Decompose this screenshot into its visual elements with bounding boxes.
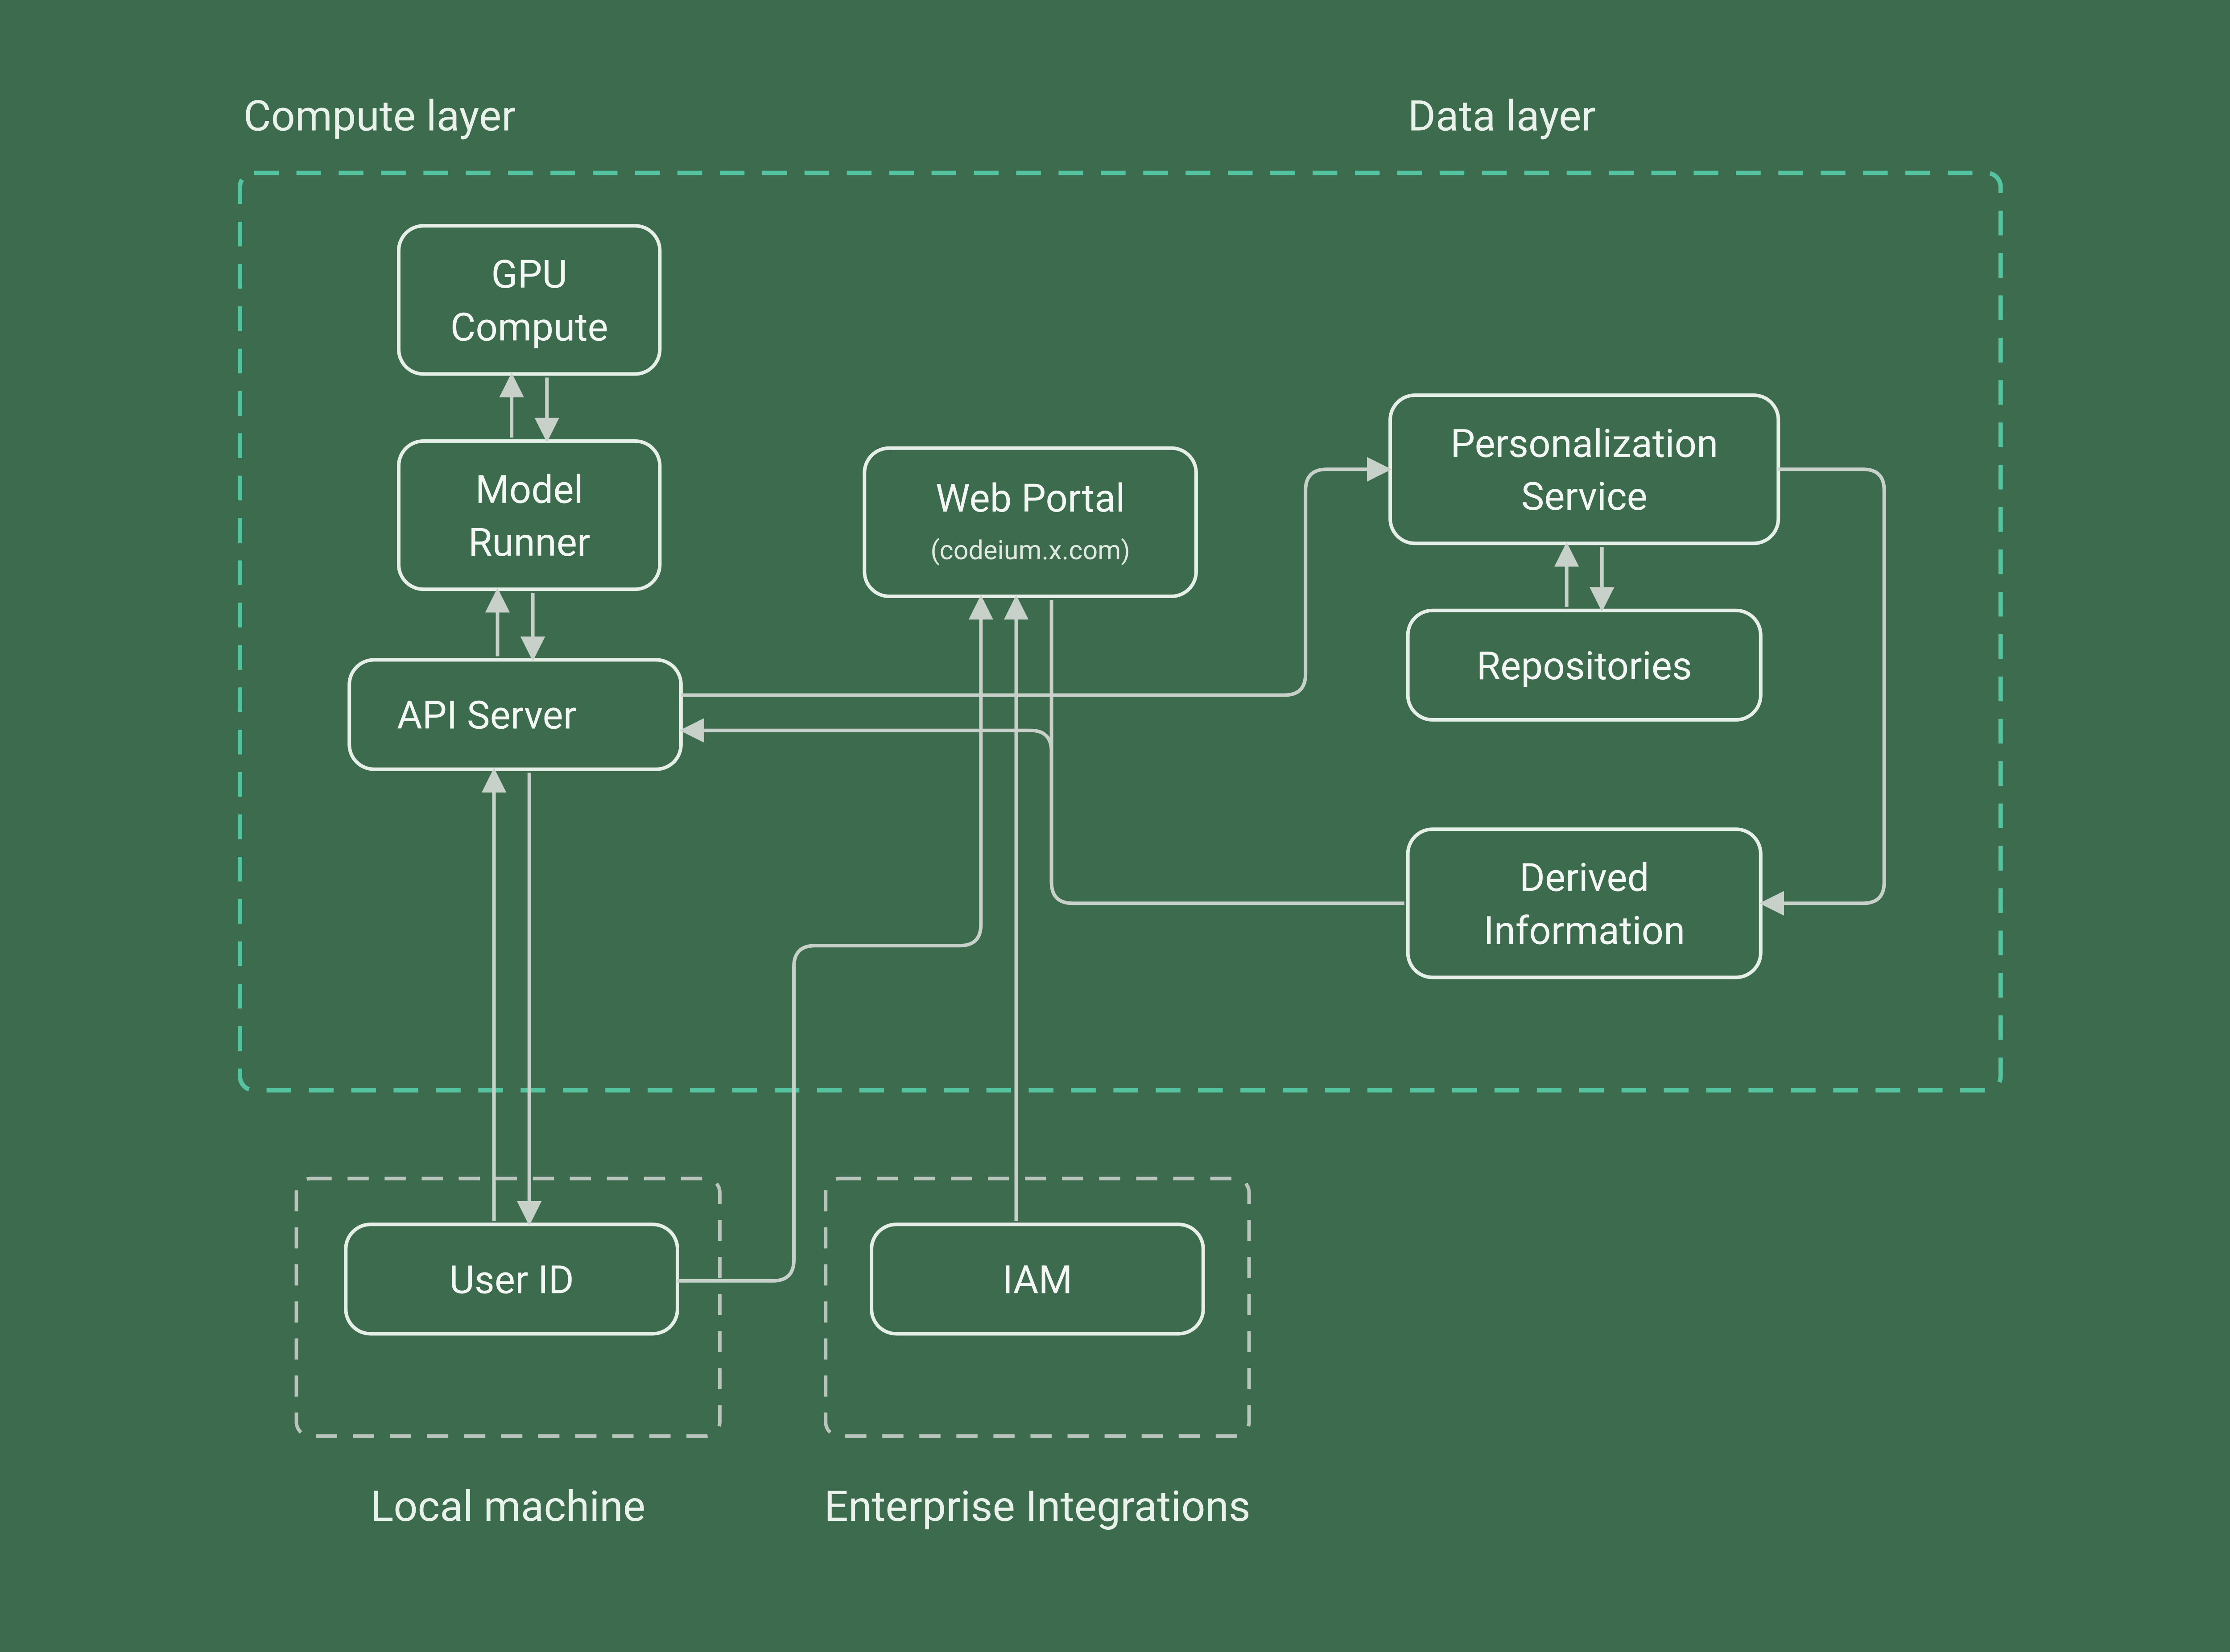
derived-to-api-arrow [685, 731, 1404, 904]
iam-node: IAM [871, 1224, 1203, 1334]
svg-text:Web Portal: Web Portal [936, 476, 1125, 521]
derived-information-node: Derived Information [1408, 829, 1761, 977]
local-machine-container [297, 1178, 720, 1436]
svg-text:API Server: API Server [397, 693, 576, 739]
model-runner-node: Model Runner [399, 441, 660, 589]
repositories-node: Repositories [1408, 611, 1761, 720]
architecture-diagram: Compute layer Data layer GPU Compute Mod… [0, 0, 2230, 1634]
data-layer-label: Data layer [1408, 92, 1596, 141]
svg-text:Runner: Runner [468, 520, 590, 566]
svg-text:Personalization: Personalization [1450, 421, 1718, 467]
svg-text:Compute: Compute [450, 305, 608, 350]
svg-text:Information: Information [1483, 908, 1685, 954]
api-server-node: API Server [349, 660, 681, 769]
user-id-to-webportal-arrow [677, 600, 981, 1281]
compute-layer-label: Compute layer [244, 92, 516, 141]
user-id-node: User ID [346, 1224, 677, 1334]
svg-text:GPU: GPU [491, 252, 567, 297]
enterprise-integrations-label: Enterprise Integrations [824, 1482, 1251, 1532]
personalization-service-node: Personalization Service [1390, 395, 1778, 543]
personalization-to-derived-arrow [1764, 469, 1884, 903]
svg-text:IAM: IAM [1002, 1258, 1072, 1303]
svg-text:Service: Service [1521, 474, 1648, 520]
svg-text:User ID: User ID [449, 1258, 574, 1303]
svg-text:Derived: Derived [1520, 855, 1649, 901]
web-portal-node: Web Portal (codeium.x.com) [864, 448, 1196, 596]
gpu-compute-node: GPU Compute [399, 226, 660, 374]
svg-text:Repositories: Repositories [1477, 644, 1692, 689]
svg-text:(codeium.x.com): (codeium.x.com) [930, 535, 1130, 566]
enterprise-integrations-container [826, 1178, 1249, 1436]
svg-text:Model: Model [475, 467, 583, 512]
local-machine-label: Local machine [371, 1482, 645, 1532]
